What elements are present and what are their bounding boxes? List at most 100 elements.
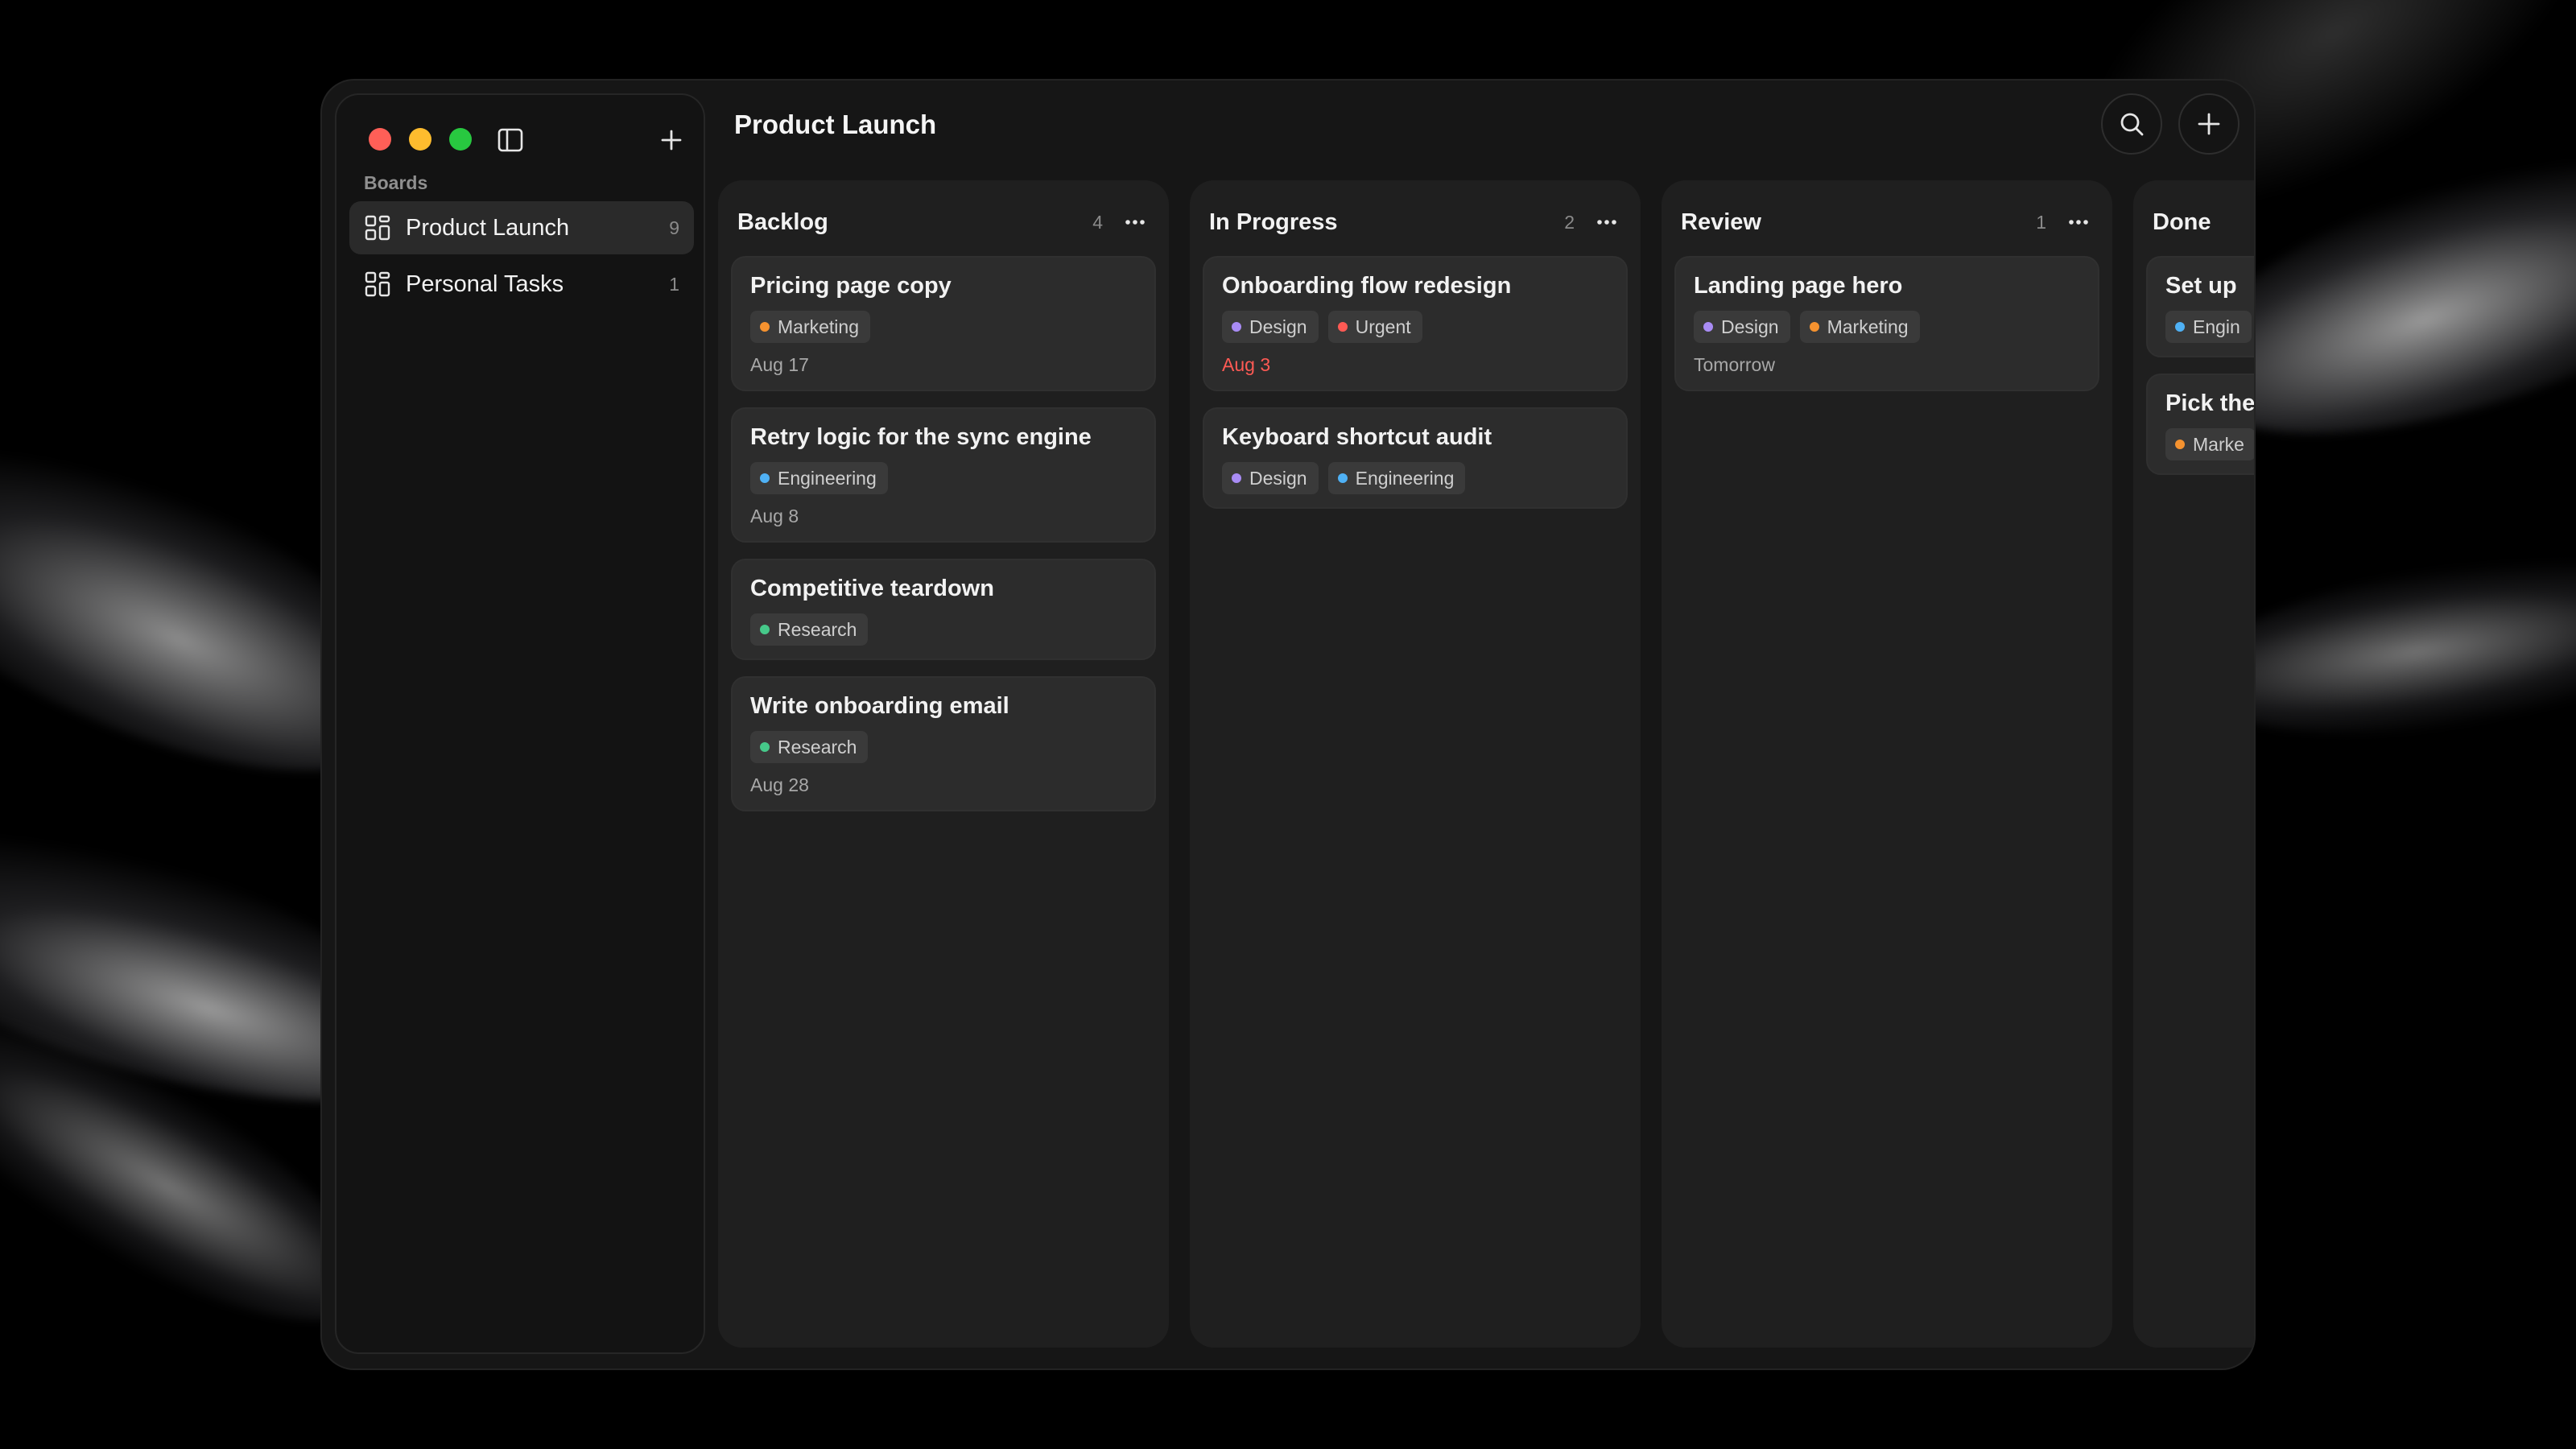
boards-section-label: Boards bbox=[364, 172, 428, 193]
task-card[interactable]: Set up Engin bbox=[2146, 256, 2254, 357]
sidebar-toggle-button[interactable] bbox=[494, 124, 526, 156]
card-tags: Engineering bbox=[750, 462, 1137, 494]
card-tags: Design Engineering bbox=[1222, 462, 1608, 494]
sidebar-item-label: Product Launch bbox=[406, 214, 570, 241]
column-header: In Progress 2 bbox=[1209, 204, 1621, 240]
tag-color-dot bbox=[760, 625, 770, 634]
plus-icon bbox=[2198, 113, 2220, 135]
tag-badge: Design bbox=[1222, 462, 1319, 494]
tag-label: Research bbox=[778, 736, 857, 758]
column-header: Review 1 bbox=[1681, 204, 2093, 240]
tag-color-dot bbox=[760, 473, 770, 483]
sidebar-item-label: Personal Tasks bbox=[406, 270, 564, 297]
sidebar-item-product-launch[interactable]: Product Launch 9 bbox=[349, 201, 694, 254]
column-review: Review 1 Landing page hero Design Marketing T… bbox=[1662, 180, 2112, 1348]
column-title: Backlog bbox=[737, 208, 828, 235]
sidebar-item-personal-tasks[interactable]: Personal Tasks 1 bbox=[349, 258, 694, 311]
card-due-date: Tomorrow bbox=[1694, 354, 1775, 375]
tag-badge: Marke bbox=[2165, 428, 2254, 460]
card-title: Landing page hero bbox=[1694, 273, 1903, 299]
page-title: Product Launch bbox=[734, 109, 937, 139]
column-count: 4 bbox=[1092, 211, 1103, 233]
card-title: Onboarding flow redesign bbox=[1222, 273, 1512, 299]
card-tags: Design Urgent bbox=[1222, 311, 1608, 343]
board-grid-icon bbox=[365, 215, 390, 241]
card-tags: Design Marketing bbox=[1694, 311, 2080, 343]
card-title: Pick the bbox=[2165, 390, 2254, 416]
tag-badge: Marketing bbox=[750, 311, 870, 343]
board-grid-icon bbox=[365, 271, 390, 297]
tag-label: Engineering bbox=[1355, 467, 1455, 489]
task-card[interactable]: Write onboarding email Research Aug 28 bbox=[731, 676, 1156, 811]
tag-color-dot bbox=[760, 742, 770, 752]
column-header: Backlog 4 bbox=[737, 204, 1150, 240]
tag-color-dot bbox=[1232, 322, 1241, 332]
tag-label: Design bbox=[1721, 316, 1779, 337]
tag-badge: Research bbox=[750, 613, 869, 646]
column-more-button[interactable] bbox=[1592, 208, 1621, 237]
column-done: Done Set up Engin Pick the Marke bbox=[2133, 180, 2254, 1348]
search-icon bbox=[2120, 113, 2144, 136]
task-card[interactable]: Landing page hero Design Marketing Tomorrow bbox=[1674, 256, 2099, 391]
card-tags: Marketing bbox=[750, 311, 1137, 343]
tag-badge: Design bbox=[1694, 311, 1790, 343]
tag-color-dot bbox=[1703, 322, 1713, 332]
task-card[interactable]: Pricing page copy Marketing Aug 17 bbox=[731, 256, 1156, 391]
tag-color-dot bbox=[1809, 322, 1819, 332]
tag-badge: Engin bbox=[2165, 311, 2252, 343]
tag-badge: Research bbox=[750, 731, 869, 763]
task-card[interactable]: Retry logic for the sync engine Engineeri… bbox=[731, 407, 1156, 543]
tag-label: Design bbox=[1249, 467, 1307, 489]
card-title: Competitive teardown bbox=[750, 576, 994, 601]
tag-color-dot bbox=[1232, 473, 1241, 483]
card-list: Onboarding flow redesign Design Urgent Aug … bbox=[1203, 256, 1628, 525]
tag-color-dot bbox=[760, 322, 770, 332]
column-title: Review bbox=[1681, 208, 1761, 235]
column-header: Done bbox=[2153, 204, 2254, 240]
card-list: Set up Engin Pick the Marke bbox=[2146, 256, 2254, 491]
task-card[interactable]: Onboarding flow redesign Design Urgent Aug … bbox=[1203, 256, 1628, 391]
card-title: Keyboard shortcut audit bbox=[1222, 424, 1492, 450]
task-card[interactable]: Keyboard shortcut audit Design Engineering bbox=[1203, 407, 1628, 509]
tag-label: Marke bbox=[2193, 433, 2244, 455]
card-title: Pricing page copy bbox=[750, 273, 952, 299]
tag-color-dot bbox=[2175, 322, 2185, 332]
task-card[interactable]: Pick the Marke bbox=[2146, 374, 2254, 475]
add-board-button[interactable] bbox=[655, 124, 687, 156]
column-backlog: Backlog 4 Pricing page copy Marketing Aug 17… bbox=[718, 180, 1169, 1348]
card-title: Retry logic for the sync engine bbox=[750, 424, 1092, 450]
column-more-button[interactable] bbox=[2064, 208, 2093, 237]
minimize-window-button[interactable] bbox=[409, 128, 431, 151]
tag-label: Marketing bbox=[778, 316, 859, 337]
tag-label: Marketing bbox=[1827, 316, 1909, 337]
tag-label: Research bbox=[778, 618, 857, 640]
close-window-button[interactable] bbox=[369, 128, 391, 151]
column-title: Done bbox=[2153, 208, 2211, 235]
more-horizontal-icon bbox=[2069, 220, 2088, 225]
tag-label: Engineering bbox=[778, 467, 877, 489]
card-tags: Marke bbox=[2165, 428, 2254, 460]
card-tags: Research bbox=[750, 731, 1137, 763]
card-tags: Research bbox=[750, 613, 1137, 646]
add-card-button[interactable] bbox=[2178, 93, 2240, 155]
card-list: Pricing page copy Marketing Aug 17 Retry lo… bbox=[731, 256, 1156, 828]
tag-color-dot bbox=[1337, 322, 1348, 332]
card-due-date: Aug 17 bbox=[750, 354, 809, 375]
sidebar-item-count: 9 bbox=[669, 217, 679, 238]
plus-icon bbox=[661, 130, 682, 151]
more-horizontal-icon bbox=[1597, 220, 1616, 225]
sidebar-toggle-icon bbox=[497, 128, 523, 152]
tag-badge: Marketing bbox=[1799, 311, 1920, 343]
task-card[interactable]: Competitive teardown Research bbox=[731, 559, 1156, 660]
card-due-date: Aug 28 bbox=[750, 774, 809, 795]
search-button[interactable] bbox=[2101, 93, 2162, 155]
column-title: In Progress bbox=[1209, 208, 1338, 235]
card-list: Landing page hero Design Marketing Tomorrow bbox=[1674, 256, 2099, 407]
tag-badge: Design bbox=[1222, 311, 1319, 343]
zoom-window-button[interactable] bbox=[449, 128, 472, 151]
sidebar: Boards Product Launch 9 Personal Tasks 1 bbox=[335, 93, 705, 1354]
more-horizontal-icon bbox=[1125, 220, 1145, 225]
card-title: Write onboarding email bbox=[750, 693, 1009, 719]
column-more-button[interactable] bbox=[1121, 208, 1150, 237]
tag-badge: Engineering bbox=[750, 462, 888, 494]
